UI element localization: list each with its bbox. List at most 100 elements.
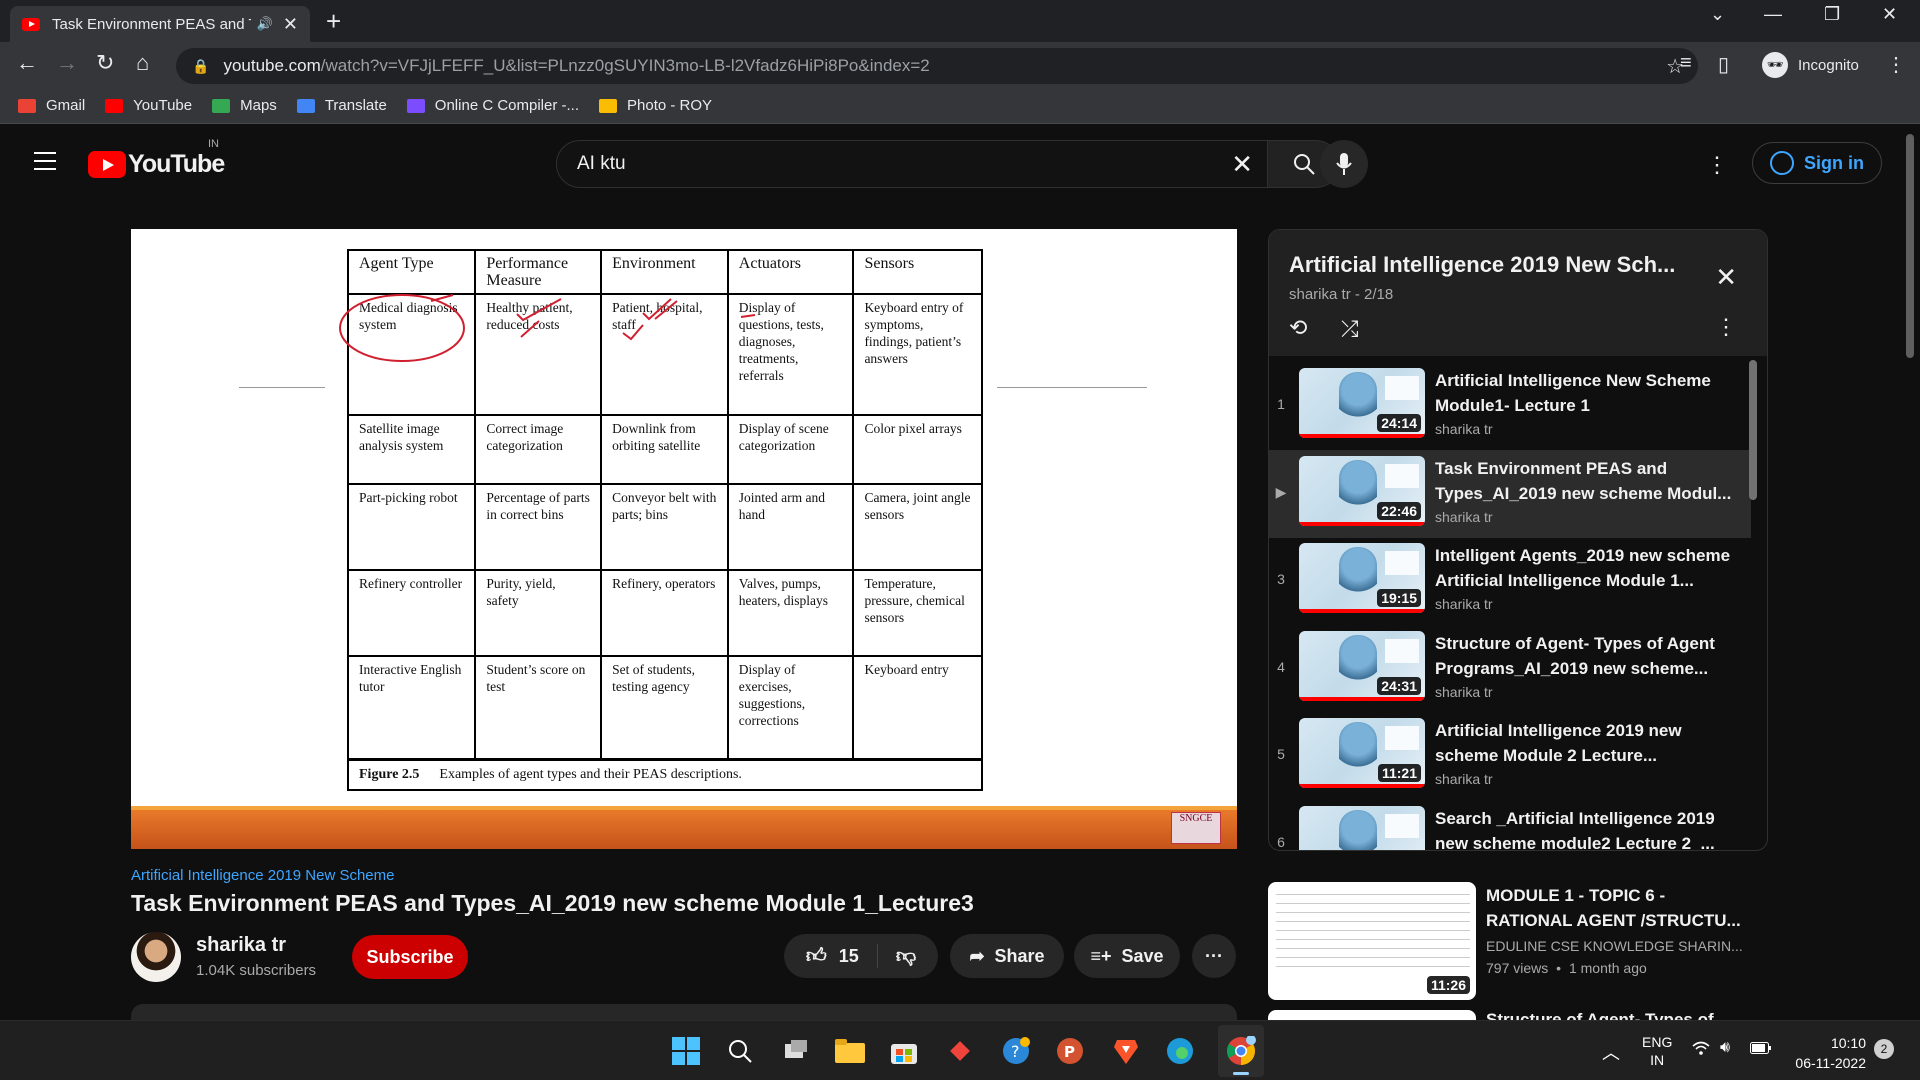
save-button[interactable]: ≡+ Save	[1074, 934, 1180, 978]
voice-search-button[interactable]	[1320, 140, 1368, 188]
now-playing-icon: ▶	[1275, 484, 1287, 500]
video-thumbnail: 19:15	[1299, 543, 1425, 613]
like-button[interactable]: 👍︎ 15	[806, 944, 878, 968]
wifi-icon[interactable]	[1692, 1041, 1710, 1060]
share-icon: ➦	[969, 945, 985, 966]
save-to-playlist-icon: ≡+	[1090, 945, 1112, 966]
tab-search-icon[interactable]: ⌄	[1710, 4, 1725, 25]
playlist-panel: Artificial Intelligence 2019 New Sch... …	[1268, 229, 1768, 851]
playlist-item[interactable]: 4 24:31 Structure of Agent- Types of Age…	[1269, 625, 1751, 713]
playlist-more-icon[interactable]: ⋮	[1715, 314, 1737, 340]
video-duration: 19:15	[1377, 589, 1421, 607]
side-panel-icon[interactable]: ▯	[1718, 52, 1729, 77]
bookmark-translate[interactable]: Translate	[296, 97, 387, 114]
recommended-video-meta: 797 views • 1 month ago	[1486, 960, 1647, 976]
playlist-item-title: Intelligent Agents_2019 new scheme Artif…	[1435, 546, 1731, 590]
slide-footer-bar: SNGCE	[131, 806, 1237, 849]
brave-browser-icon[interactable]	[1108, 1033, 1144, 1069]
more-actions-button[interactable]: ···	[1192, 934, 1236, 978]
like-dislike-group: 👍︎ 15 👎︎	[784, 934, 938, 978]
clock[interactable]: 10:10 06-11-2022	[1790, 1033, 1866, 1073]
audio-playing-icon[interactable]: 🔊	[257, 16, 273, 32]
close-playlist-icon[interactable]: ✕	[1715, 262, 1737, 293]
search-icon	[1293, 154, 1315, 175]
menu-icon[interactable]	[34, 152, 56, 176]
reload-icon[interactable]: ↻	[96, 50, 114, 76]
shuffle-icon[interactable]: ⤮	[1341, 316, 1359, 342]
close-window-button[interactable]: ✕	[1882, 4, 1897, 25]
close-tab-icon[interactable]: ✕	[283, 14, 298, 35]
more-horizontal-icon: ···	[1205, 945, 1223, 966]
bookmark-youtube[interactable]: YouTube	[105, 97, 192, 114]
minimize-button[interactable]: —	[1764, 4, 1782, 25]
playlist-item-index: 3	[1277, 571, 1285, 587]
media-controls-icon[interactable]: ≡	[1680, 52, 1692, 75]
incognito-indicator[interactable]: 🕶 Incognito	[1756, 48, 1873, 82]
playlist-scrollbar[interactable]	[1749, 360, 1757, 500]
bookmark-online-c-compiler[interactable]: Online C Compiler -...	[406, 97, 579, 114]
youtube-icon	[105, 98, 124, 113]
playlist-title[interactable]: Artificial Intelligence 2019 New Sch...	[1289, 252, 1675, 278]
get-help-icon[interactable]: ?	[998, 1033, 1034, 1069]
bookmark-label: YouTube	[133, 97, 193, 114]
clear-search-icon[interactable]: ✕	[1231, 149, 1253, 180]
search-taskbar-icon[interactable]	[722, 1033, 758, 1069]
video-thumbnail	[1299, 806, 1425, 850]
sign-in-button[interactable]: Sign in	[1752, 142, 1882, 184]
chrome-menu-icon[interactable]: ⋮	[1886, 52, 1906, 77]
playlist-item-channel: sharika tr	[1435, 509, 1493, 525]
settings-more-icon[interactable]: ⋮	[1706, 152, 1728, 178]
search-input[interactable]: AI ktu ✕	[556, 140, 1268, 188]
loop-playlist-icon[interactable]: ⟲	[1289, 315, 1307, 341]
anydesk-icon[interactable]	[942, 1033, 978, 1069]
recommended-video-channel[interactable]: EDULINE CSE KNOWLEDGE SHARIN...	[1486, 938, 1743, 954]
playlist-item[interactable]: 6 Search _Artificial Intelligence 2019 n…	[1269, 800, 1751, 850]
subscribe-button[interactable]: Subscribe	[352, 935, 468, 979]
playlist-item-channel: sharika tr	[1435, 684, 1493, 700]
playlist-item-current[interactable]: ▶ 22:46 Task Environment PEAS and Types_…	[1269, 450, 1751, 538]
microsoft-store-icon[interactable]	[886, 1033, 922, 1069]
page-scrollbar[interactable]	[1906, 134, 1914, 358]
battery-icon[interactable]	[1750, 1041, 1772, 1057]
bookmark-maps[interactable]: Maps	[212, 97, 277, 114]
show-hidden-icons-icon[interactable]: ︿	[1602, 1039, 1620, 1065]
bookmark-gmail[interactable]: Gmail	[18, 97, 85, 114]
video-player[interactable]: Agent Type Performance Measure Environme…	[131, 229, 1237, 849]
playlist-link[interactable]: Artificial Intelligence 2019 New Scheme	[131, 867, 394, 884]
address-bar[interactable]: 🔒 youtube.com/watch?v=VFJjLFEFF_U&list=P…	[176, 48, 1698, 84]
channel-avatar[interactable]	[131, 932, 181, 982]
playlist-item-title: Structure of Agent- Types of Agent Progr…	[1435, 634, 1715, 678]
channel-name[interactable]: sharika tr	[196, 934, 286, 957]
back-icon[interactable]: ←	[16, 50, 38, 76]
lock-icon[interactable]: 🔒	[192, 58, 209, 75]
svg-text:P: P	[1064, 1043, 1075, 1061]
powerpoint-icon[interactable]: P	[1052, 1033, 1088, 1069]
upload-age: 1 month ago	[1568, 960, 1647, 976]
browser-tab[interactable]: Task Environment PEAS and T 🔊 ✕	[10, 6, 310, 42]
task-view-icon[interactable]	[778, 1033, 814, 1069]
playlist-item[interactable]: 5 11:21 Artificial Intelligence 2019 new…	[1269, 712, 1751, 800]
language-indicator[interactable]: ENG IN	[1642, 1033, 1672, 1069]
youtube-logo[interactable]: YouTube IN	[88, 138, 225, 179]
pen-annotations	[339, 294, 756, 362]
share-button[interactable]: ➦ Share	[950, 934, 1064, 978]
home-icon[interactable]: ⌂	[136, 50, 149, 76]
bookmark-photo-roy[interactable]: Photo - ROY	[599, 97, 712, 114]
restore-button[interactable]: ❐	[1824, 4, 1840, 25]
playlist-item[interactable]: 1 24:14 Artificial Intelligence New Sche…	[1269, 362, 1751, 450]
notification-badge[interactable]: 2	[1874, 1039, 1894, 1059]
video-thumbnail: 22:46	[1299, 456, 1425, 526]
bookmarks-bar: Gmail YouTube Maps Translate Online C Co…	[0, 88, 1920, 124]
chrome-browser-icon[interactable]	[1223, 1033, 1259, 1069]
playlist-item[interactable]: 3 19:15 Intelligent Agents_2019 new sche…	[1269, 537, 1751, 625]
dislike-button[interactable]: 👎︎	[878, 944, 916, 968]
forward-icon[interactable]: →	[56, 50, 78, 76]
start-menu-icon[interactable]	[668, 1033, 704, 1069]
recommended-video-title[interactable]: MODULE 1 - TOPIC 6 - RATIONAL AGENT /STR…	[1486, 883, 1756, 933]
playlist-subtitle: sharika tr - 2/18	[1289, 286, 1394, 303]
recommended-video-thumbnail[interactable]: 11:26	[1268, 882, 1476, 1000]
new-tab-button[interactable]: +	[326, 6, 341, 37]
volume-icon[interactable]: 🔊︎	[1720, 1039, 1730, 1057]
file-explorer-icon[interactable]	[832, 1033, 868, 1069]
edge-browser-icon[interactable]	[1162, 1033, 1198, 1069]
